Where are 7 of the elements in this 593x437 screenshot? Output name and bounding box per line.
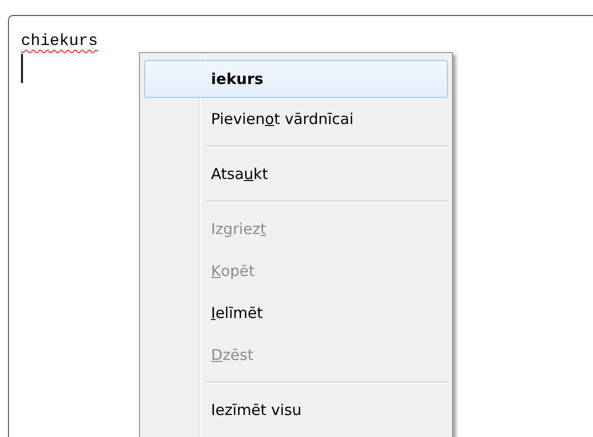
menu-item[interactable]: Iezīmēt visu (144, 389, 448, 431)
suggestion-item[interactable]: iekurs (144, 60, 448, 98)
menu-item[interactable]: Ielīmēt (144, 292, 448, 334)
menu-item[interactable]: Atsaukt (144, 153, 448, 195)
menu-item[interactable]: Pievienot vārdnīcai (144, 98, 448, 140)
text-cursor (21, 54, 23, 83)
misspelled-word: chiekurs (21, 32, 98, 50)
